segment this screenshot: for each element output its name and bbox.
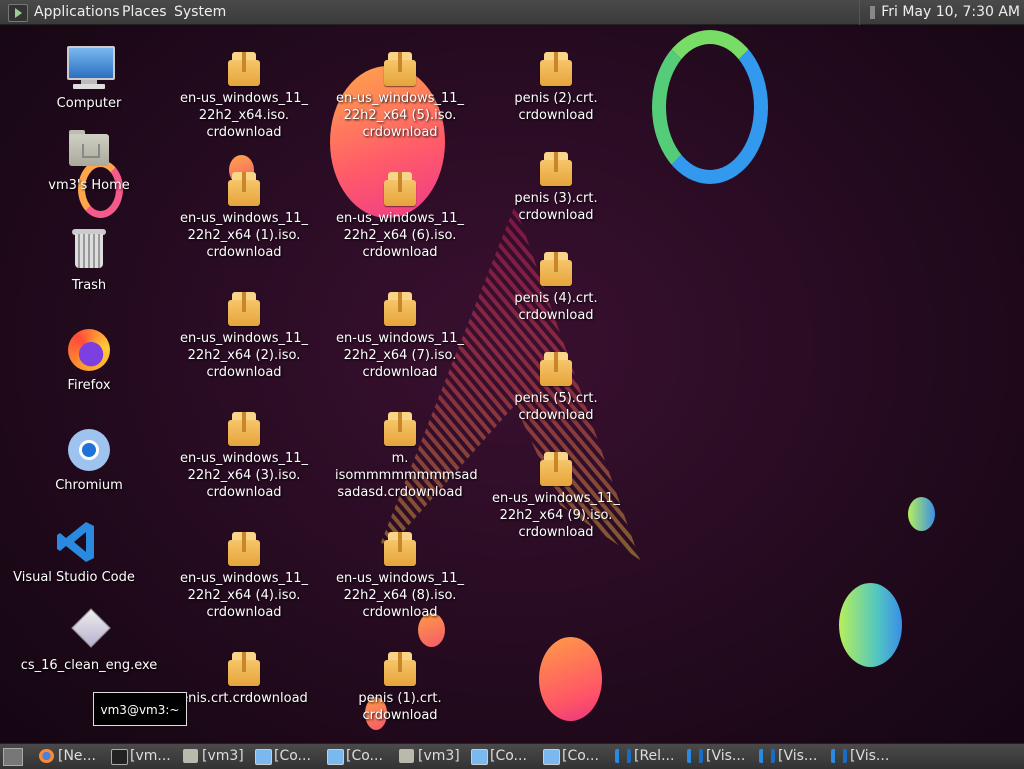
desktop-file[interactable]: en-us_windows_11_ 22h2_x64 (3).iso. crdo… — [179, 404, 309, 501]
desktop-icon-exe[interactable]: cs_16_clean_eng.exe — [9, 606, 169, 674]
terminal-icon — [111, 749, 128, 765]
menu-system[interactable]: System — [174, 0, 226, 25]
clock-text: Fri May 10, 7:30 AM — [881, 4, 1020, 20]
system-logo-icon[interactable] — [8, 4, 28, 22]
desktop-icon-computer[interactable]: Computer — [24, 44, 154, 112]
firefox-icon — [39, 749, 54, 763]
wallpaper-green-orb — [839, 583, 902, 667]
desktop-file[interactable]: en-us_windows_11_ 22h2_x64 (4).iso. crdo… — [179, 524, 309, 621]
folder-icon — [399, 749, 414, 763]
computer-icon — [65, 44, 115, 92]
menu-applications[interactable]: Applications — [34, 0, 120, 25]
package-icon — [228, 532, 260, 566]
package-icon — [384, 292, 416, 326]
monitor-icon — [327, 749, 344, 765]
desktop-file[interactable]: en-us_windows_11_ 22h2_x64 (5).iso. crdo… — [335, 44, 465, 141]
desktop-file[interactable]: m. isommmmmmmmsad sadasd.crdownload — [335, 404, 478, 501]
vscode-icon — [615, 749, 631, 763]
desktop-file[interactable]: enis.crt.crdownload — [179, 644, 309, 707]
package-icon — [384, 412, 416, 446]
vscode-icon — [687, 749, 703, 763]
monitor-icon — [543, 749, 560, 765]
desktop-icon-chromium[interactable]: Chromium — [24, 426, 154, 494]
taskbar-item-label: [vm... — [130, 748, 171, 764]
taskbar-item-label: [Rel... — [634, 748, 675, 764]
package-icon — [540, 252, 572, 286]
desktop-file[interactable]: penis (3).crt. crdownload — [491, 144, 621, 224]
wallpaper-ring — [652, 30, 768, 184]
taskbar-item[interactable]: [Vis... — [828, 744, 916, 769]
taskbar-item-label: [vm3] — [418, 748, 460, 764]
taskbar-item-label: [Co... — [274, 748, 311, 764]
desktop-file[interactable]: en-us_windows_11_ 22h2_x64 (9).iso. crdo… — [491, 444, 621, 541]
exe-icon — [65, 606, 113, 654]
desktop-icon-trash[interactable]: Trash — [24, 226, 154, 294]
package-icon — [384, 52, 416, 86]
desktop-file[interactable]: en-us_windows_11_ 22h2_x64 (6).iso. crdo… — [335, 164, 465, 261]
desktop-file[interactable]: en-us_windows_11_ 22h2_x64 (1).iso. crdo… — [179, 164, 309, 261]
taskbar-item-label: [Vis... — [778, 748, 818, 764]
package-icon — [228, 172, 260, 206]
desktop-icon-home[interactable]: vm3's Home — [24, 126, 154, 194]
wallpaper-green-orb — [908, 497, 935, 531]
vscode-icon — [759, 749, 775, 763]
package-icon — [228, 412, 260, 446]
package-icon — [228, 52, 260, 86]
panel-separator-icon — [870, 5, 876, 19]
clock[interactable]: Fri May 10, 7:30 AM — [859, 0, 1024, 25]
desktop-file[interactable]: penis (4).crt. crdownload — [491, 244, 621, 324]
taskbar-tooltip: vm3@vm3:~ — [93, 692, 187, 726]
desktop-icon-vscode[interactable]: Visual Studio Code — [9, 518, 139, 586]
vscode-icon — [50, 518, 98, 566]
taskbar-item-label: [Co... — [346, 748, 383, 764]
vscode-icon — [831, 749, 847, 763]
show-desktop-button[interactable] — [3, 748, 23, 766]
package-icon — [540, 452, 572, 486]
desktop-file[interactable]: en-us_windows_11_ 22h2_x64 (7).iso. crdo… — [335, 284, 465, 381]
folder-icon — [183, 749, 198, 763]
home-folder-icon — [65, 126, 113, 174]
bottom-taskbar: [Ne... [vm... [vm3] [Co... [Co... [vm3] … — [0, 743, 1024, 769]
monitor-icon — [255, 749, 272, 765]
taskbar-item-label: [Vis... — [706, 748, 746, 764]
monitor-icon — [471, 749, 488, 765]
package-icon — [540, 152, 572, 186]
package-icon — [384, 652, 416, 686]
firefox-icon — [65, 326, 113, 374]
taskbar-item-label: [Co... — [562, 748, 599, 764]
chromium-icon — [65, 426, 113, 474]
top-panel: Applications Places System Fri May 10, 7… — [0, 0, 1024, 25]
package-icon — [540, 52, 572, 86]
package-icon — [384, 532, 416, 566]
taskbar-item-label: [Co... — [490, 748, 527, 764]
trash-icon — [65, 226, 113, 274]
desktop-file[interactable]: en-us_windows_11_ 22h2_x64 (8).iso. crdo… — [335, 524, 465, 621]
taskbar-item-label: [Vis... — [850, 748, 890, 764]
desktop-file[interactable]: penis (5).crt. crdownload — [491, 344, 621, 424]
desktop-file[interactable]: penis (2).crt. crdownload — [491, 44, 621, 124]
package-icon — [540, 352, 572, 386]
desktop-file[interactable]: penis (1).crt. crdownload — [335, 644, 465, 724]
package-icon — [228, 292, 260, 326]
package-icon — [228, 652, 260, 686]
taskbar-item-label: [vm3] — [202, 748, 244, 764]
desktop-file[interactable]: en-us_windows_11_ 22h2_x64 (2).iso. crdo… — [179, 284, 309, 381]
wallpaper-orange-orb — [539, 637, 602, 721]
desktop-file[interactable]: en-us_windows_11_ 22h2_x64.iso. crdownlo… — [179, 44, 309, 141]
desktop-icon-firefox[interactable]: Firefox — [24, 326, 154, 394]
package-icon — [384, 172, 416, 206]
menu-places[interactable]: Places — [122, 0, 167, 25]
taskbar-item-label: [Ne... — [58, 748, 96, 764]
